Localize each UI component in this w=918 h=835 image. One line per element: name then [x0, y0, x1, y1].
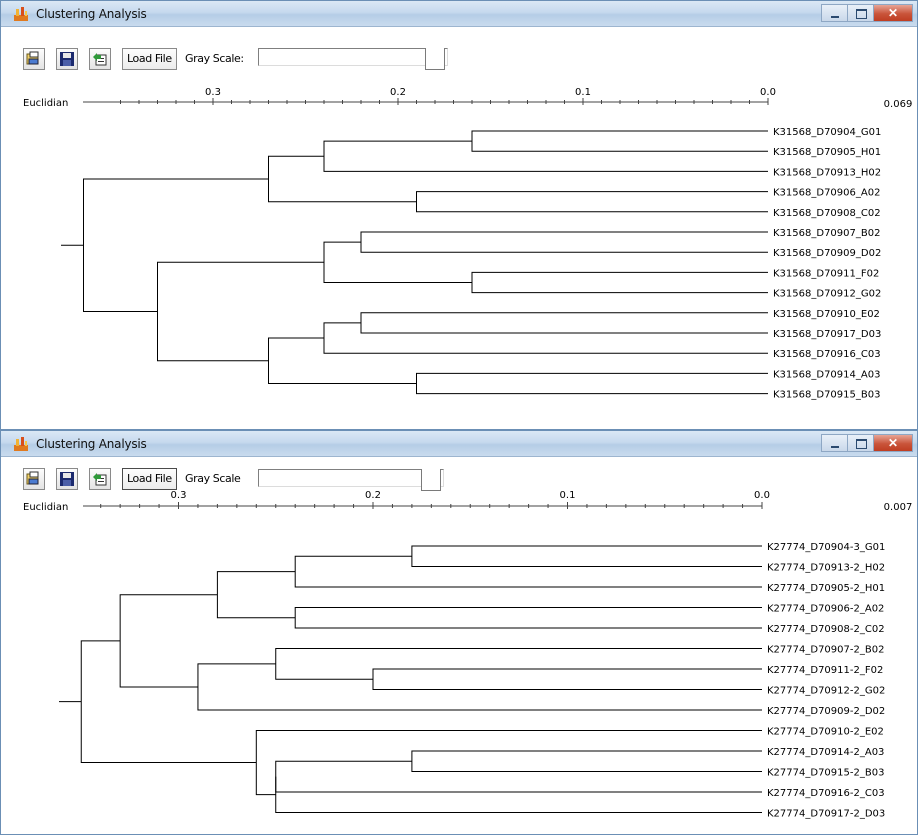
- maximize-button[interactable]: [847, 4, 873, 22]
- dendrogram-branch: [372, 668, 762, 690]
- leaf-label: K27774_D70906-2_A02: [767, 604, 884, 615]
- close-button[interactable]: ✕: [873, 4, 913, 22]
- app-icon: [14, 437, 28, 451]
- leaf-label: K27774_D70917-2_D03: [767, 809, 885, 820]
- leaf-label: K27774_D70912-2_G02: [767, 686, 885, 697]
- axis-tick-label: 0.1: [560, 490, 576, 501]
- title-bar[interactable]: Clustering Analysis ✕: [1, 431, 917, 457]
- leaf-label: K31568_D70904_G01: [773, 127, 881, 138]
- axis-tick-label: 0.3: [205, 87, 221, 98]
- leaf-label: K27774_D70905-2_H01: [767, 583, 885, 594]
- window-controls: ✕: [821, 4, 913, 22]
- open-icon[interactable]: [23, 48, 45, 70]
- dendrogram-branch: [323, 241, 472, 283]
- dendrogram-1: Euclidian 0.3 0.2 0.1 0.0 0.069 K31568_D70904_…: [23, 87, 913, 401]
- leaf-label: K27774_D70913-2_H02: [767, 563, 885, 574]
- leaf-label: K31568_D70905_H01: [773, 147, 881, 158]
- dendrogram-branch: [323, 322, 768, 354]
- dendrogram-branch: [268, 155, 417, 203]
- title-bar[interactable]: Clustering Analysis ✕: [1, 1, 917, 27]
- dendrogram-branch: [157, 261, 324, 362]
- dendrogram-branch: [360, 231, 768, 253]
- gray-scale-label: Gray Scale: [185, 472, 241, 485]
- leaf-label: K31568_D70906_A02: [773, 188, 880, 199]
- dendrogram-branch: [275, 776, 762, 813]
- dendrogram-branch: [83, 178, 269, 313]
- axis-tick-label: 0.3: [171, 490, 187, 501]
- toolbar: Load File Gray Scale:: [1, 28, 917, 70]
- leaf-label: K31568_D70909_D02: [773, 248, 881, 259]
- minimize-button[interactable]: [821, 4, 847, 22]
- leaf-label: K27774_D70904-3_G01: [767, 542, 885, 553]
- cutoff-value: 0.007: [884, 502, 913, 513]
- save-icon[interactable]: [56, 48, 78, 70]
- dendrogram-branch: [360, 312, 768, 334]
- dendrogram-branch: [471, 130, 768, 152]
- dendrogram-branch: [323, 140, 768, 172]
- dendrogram-branch: [268, 337, 417, 384]
- leaf-label: K27774_D70911-2_F02: [767, 665, 883, 676]
- axis-label: Euclidian: [23, 502, 68, 513]
- leaf-label: K31568_D70917_D03: [773, 329, 881, 340]
- axis-tick-label: 0.0: [760, 87, 776, 98]
- gray-scale-slider[interactable]: [258, 469, 444, 487]
- window-title: Clustering Analysis: [36, 437, 147, 451]
- dendrogram-branch: [255, 730, 762, 796]
- maximize-button[interactable]: [847, 434, 873, 452]
- dendrogram-branch: [411, 750, 762, 772]
- dendrogram-branch: [294, 555, 762, 588]
- dendrogram-branch: [275, 760, 762, 793]
- leaf-label: K27774_D70914-2_A03: [767, 747, 884, 758]
- axis-label: Euclidian: [23, 98, 68, 109]
- load-file-button[interactable]: Load File: [122, 48, 177, 70]
- leaf-label: K31568_D70915_B03: [773, 390, 880, 401]
- dendrogram-branch: [416, 191, 768, 213]
- dendrogram-branch: [416, 372, 768, 395]
- gray-scale-slider[interactable]: [258, 48, 448, 66]
- export-icon[interactable]: [89, 48, 111, 70]
- leaf-label: K27774_D70910-2_E02: [767, 727, 884, 738]
- axis-tick-label: 0.0: [754, 490, 770, 501]
- axis-tick-label: 0.1: [575, 87, 591, 98]
- leaf-label: K31568_D70908_C02: [773, 208, 881, 219]
- leaf-label: K31568_D70907_B02: [773, 228, 880, 239]
- dendrogram-branch: [80, 640, 257, 764]
- dendrogram-branch: [216, 571, 296, 619]
- dendrogram-branch: [119, 594, 218, 688]
- minimize-button[interactable]: [821, 434, 847, 452]
- dendrogram-branch: [411, 545, 762, 567]
- leaf-label: K31568_D70914_A03: [773, 369, 880, 380]
- leaf-label: K31568_D70916_C03: [773, 349, 881, 360]
- leaf-label: K31568_D70913_H02: [773, 167, 881, 178]
- axis-tick-label: 0.2: [390, 87, 406, 98]
- leaf-label: K31568_D70911_F02: [773, 268, 879, 279]
- dendrogram-branch: [471, 271, 768, 294]
- dendrogram-branch: [275, 648, 762, 680]
- leaf-label: K31568_D70912_G02: [773, 289, 881, 300]
- leaf-label: K27774_D70907-2_B02: [767, 645, 884, 656]
- dendrogram-branch: [197, 663, 762, 711]
- window-controls: ✕: [821, 434, 913, 452]
- dendrogram-2: Euclidian 0.3 0.2 0.1 0.0 0.007 K27774_D70904-…: [23, 490, 913, 820]
- dendrogram-branch: [294, 607, 762, 629]
- gray-scale-slider-thumb[interactable]: [425, 48, 445, 70]
- close-button[interactable]: ✕: [873, 434, 913, 452]
- leaf-label: K27774_D70916-2_C03: [767, 788, 885, 799]
- app-icon: [14, 7, 28, 21]
- window-title: Clustering Analysis: [36, 7, 147, 21]
- gray-scale-label: Gray Scale:: [185, 52, 244, 65]
- clustering-window-1: Clustering Analysis ✕ Load File Gray Sca…: [0, 0, 918, 430]
- axis-tick-label: 0.2: [365, 490, 381, 501]
- clustering-window-2: Clustering Analysis ✕ Load File Gray Sca…: [0, 430, 918, 835]
- leaf-label: K27774_D70908-2_C02: [767, 624, 885, 635]
- cutoff-value: 0.069: [884, 99, 913, 110]
- leaf-label: K31568_D70910_E02: [773, 309, 880, 320]
- leaf-label: K27774_D70909-2_D02: [767, 706, 885, 717]
- leaf-label: K27774_D70915-2_B03: [767, 768, 884, 779]
